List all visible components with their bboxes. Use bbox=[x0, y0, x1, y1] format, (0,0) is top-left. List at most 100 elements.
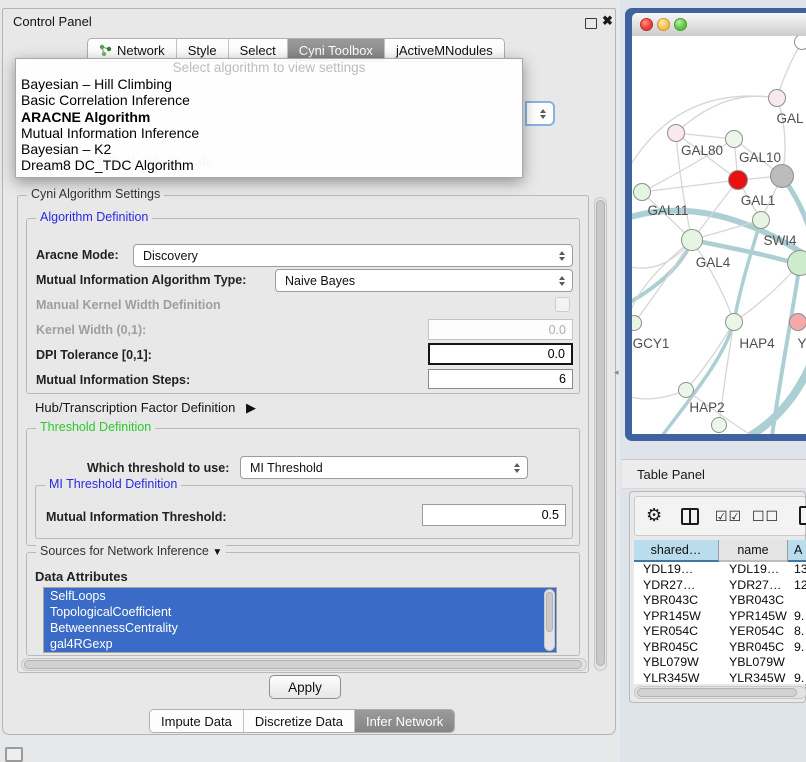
network-node[interactable] bbox=[681, 229, 703, 251]
table-row[interactable]: YDR27…YDR27…12 bbox=[634, 578, 806, 594]
cell-value: 9. bbox=[788, 640, 806, 656]
table-body: YDL19…YDL19…13 YDR27…YDR27…12 YBR043CYBR… bbox=[634, 562, 806, 684]
network-node-label: SWI4 bbox=[763, 233, 796, 248]
network-node-label: HAP2 bbox=[689, 400, 724, 415]
dpi-tolerance-field[interactable] bbox=[428, 343, 573, 365]
list-item-betweennesscentrality[interactable]: BetweennessCentrality bbox=[44, 620, 556, 636]
network-node[interactable] bbox=[725, 313, 743, 331]
network-node[interactable] bbox=[725, 130, 743, 148]
kernel-width-field[interactable] bbox=[428, 319, 573, 340]
algorithm-option-mutual-information[interactable]: Mutual Information Inference bbox=[16, 125, 522, 141]
network-node[interactable] bbox=[794, 36, 806, 50]
table-row[interactable]: YDL19…YDL19…13 bbox=[634, 562, 806, 578]
network-window-titlebar[interactable] bbox=[632, 13, 806, 37]
cell-shared-name: YBL079W bbox=[634, 655, 719, 671]
attributes-list-scrollbar[interactable] bbox=[544, 589, 555, 651]
export-table-icon[interactable] bbox=[799, 506, 806, 525]
mi-algorithm-type-combobox[interactable]: Naive Bayes bbox=[275, 269, 573, 292]
expanded-arrow-icon[interactable]: ▼ bbox=[212, 547, 222, 558]
algorithm-option-bayesian-hill-climbing[interactable]: Bayesian – Hill Climbing bbox=[16, 76, 522, 92]
column-header-name[interactable]: name bbox=[719, 540, 788, 562]
combo-spinner-icon bbox=[559, 276, 565, 286]
close-traffic-light-icon[interactable] bbox=[640, 18, 653, 31]
sources-title-text: Sources for Network Inference bbox=[40, 544, 209, 558]
network-canvas[interactable]: GALGAL80GAL10GAL1GAL11SWI4GAL4GCY1HAP4YH… bbox=[632, 36, 806, 434]
table-row[interactable]: YBR043CYBR043C bbox=[634, 593, 806, 609]
zoom-traffic-light-icon[interactable] bbox=[674, 18, 687, 31]
network-view-window[interactable]: GALGAL80GAL10GAL1GAL11SWI4GAL4GCY1HAP4YH… bbox=[625, 8, 806, 441]
network-node[interactable] bbox=[632, 315, 642, 331]
select-all-checkboxes-icon[interactable]: ☑☑ bbox=[715, 508, 742, 525]
combo-spinner-icon bbox=[540, 109, 546, 119]
network-node-label: GAL4 bbox=[696, 255, 731, 270]
split-columns-icon[interactable] bbox=[681, 508, 699, 525]
float-window-icon[interactable] bbox=[585, 18, 597, 29]
apply-button[interactable]: Apply bbox=[269, 675, 341, 699]
deselect-all-checkboxes-icon[interactable]: ☐☐ bbox=[752, 508, 779, 525]
algorithm-option-dream8[interactable]: Dream8 DC_TDC Algorithm bbox=[16, 157, 522, 173]
algorithm-combobox-fragment[interactable] bbox=[525, 101, 555, 126]
minimized-panel-button[interactable] bbox=[5, 747, 23, 762]
hub-definition-toggle[interactable]: Hub/Transcription Factor Definition ▶ bbox=[35, 400, 256, 416]
data-attributes-list[interactable]: SelfLoops TopologicalCoefficient Between… bbox=[43, 587, 557, 653]
close-icon[interactable]: ✖ bbox=[602, 13, 613, 29]
table-row[interactable]: YER054CYER054C8. bbox=[634, 624, 806, 640]
algorithm-option-bayesian-k2[interactable]: Bayesian – K2 bbox=[16, 141, 522, 157]
network-node[interactable] bbox=[728, 170, 748, 190]
network-node-label: HAP4 bbox=[739, 336, 774, 351]
cell-value: 9. bbox=[788, 671, 806, 685]
cyni-bottom-tabbar: Impute Data Discretize Data Infer Networ… bbox=[149, 709, 455, 733]
network-node[interactable] bbox=[770, 164, 794, 188]
cell-name: YER054C bbox=[719, 624, 788, 640]
table-row[interactable]: YBR045CYBR045C9. bbox=[634, 640, 806, 656]
column-header-shared-name[interactable]: shared… bbox=[634, 540, 719, 562]
aracne-mode-combobox[interactable]: Discovery bbox=[133, 244, 573, 267]
gear-icon[interactable]: ⚙ bbox=[646, 505, 662, 526]
list-item-selfloops[interactable]: SelfLoops bbox=[44, 588, 556, 604]
algorithm-option-basic-correlation[interactable]: Basic Correlation Inference bbox=[16, 92, 522, 108]
network-node-label: GAL bbox=[776, 111, 803, 126]
network-node[interactable] bbox=[768, 89, 786, 107]
tab-impute-data[interactable]: Impute Data bbox=[150, 710, 244, 732]
which-threshold-combobox[interactable]: MI Threshold bbox=[240, 456, 528, 479]
network-node[interactable] bbox=[752, 211, 770, 229]
minimize-traffic-light-icon[interactable] bbox=[657, 18, 670, 31]
settings-vertical-scrollbar[interactable] bbox=[594, 197, 607, 671]
network-node[interactable] bbox=[667, 124, 685, 142]
column-header-partial[interactable]: A bbox=[788, 540, 806, 562]
network-node[interactable] bbox=[711, 417, 727, 433]
cyni-algorithm-settings-title: Cyni Algorithm Settings bbox=[27, 187, 164, 201]
panel-divider-grip[interactable]: ◂ bbox=[614, 367, 622, 377]
cell-name: YDL19… bbox=[719, 562, 788, 578]
sources-group: Sources for Network Inference ▼ Data Att… bbox=[26, 552, 580, 656]
manual-kernel-width-label: Manual Kernel Width Definition bbox=[36, 298, 221, 312]
cell-name: YPR145W bbox=[719, 609, 788, 625]
tab-discretize-data[interactable]: Discretize Data bbox=[244, 710, 355, 732]
mi-steps-field[interactable] bbox=[428, 369, 573, 389]
tab-infer-network[interactable]: Infer Network bbox=[355, 710, 454, 732]
list-item-gal4rgexp[interactable]: gal4RGexp bbox=[44, 636, 556, 652]
algorithm-option-aracne[interactable]: ARACNE Algorithm bbox=[16, 109, 522, 125]
table-row[interactable]: YPR145WYPR145W9. bbox=[634, 609, 806, 625]
tab-jactivemnodules-label: jActiveMNodules bbox=[396, 43, 493, 58]
settings-horizontal-scrollbar-thumb[interactable] bbox=[24, 660, 582, 669]
algorithm-popup-prompt: Select algorithm to view settings bbox=[16, 59, 522, 76]
network-node[interactable] bbox=[633, 183, 651, 201]
network-node[interactable] bbox=[678, 382, 694, 398]
which-threshold-label: Which threshold to use: bbox=[87, 461, 229, 475]
sources-group-title: Sources for Network Inference ▼ bbox=[36, 544, 226, 558]
manual-kernel-width-checkbox[interactable] bbox=[555, 297, 570, 312]
network-node[interactable] bbox=[789, 313, 806, 331]
mi-threshold-field[interactable] bbox=[422, 504, 566, 526]
attributes-list-scrollbar-thumb[interactable] bbox=[546, 592, 553, 632]
which-threshold-value: MI Threshold bbox=[250, 461, 323, 475]
table-row[interactable]: YLR345WYLR345W9. bbox=[634, 671, 806, 685]
list-item-topologicalcoefficient[interactable]: TopologicalCoefficient bbox=[44, 604, 556, 620]
settings-vertical-scrollbar-thumb[interactable] bbox=[596, 200, 605, 666]
table-row[interactable]: YBL079WYBL079W bbox=[634, 655, 806, 671]
table-horizontal-scrollbar[interactable] bbox=[634, 686, 806, 699]
settings-horizontal-scrollbar[interactable] bbox=[21, 658, 587, 671]
network-node-label: GAL1 bbox=[741, 193, 776, 208]
table-horizontal-scrollbar-thumb[interactable] bbox=[637, 688, 797, 697]
network-node[interactable] bbox=[787, 250, 806, 276]
